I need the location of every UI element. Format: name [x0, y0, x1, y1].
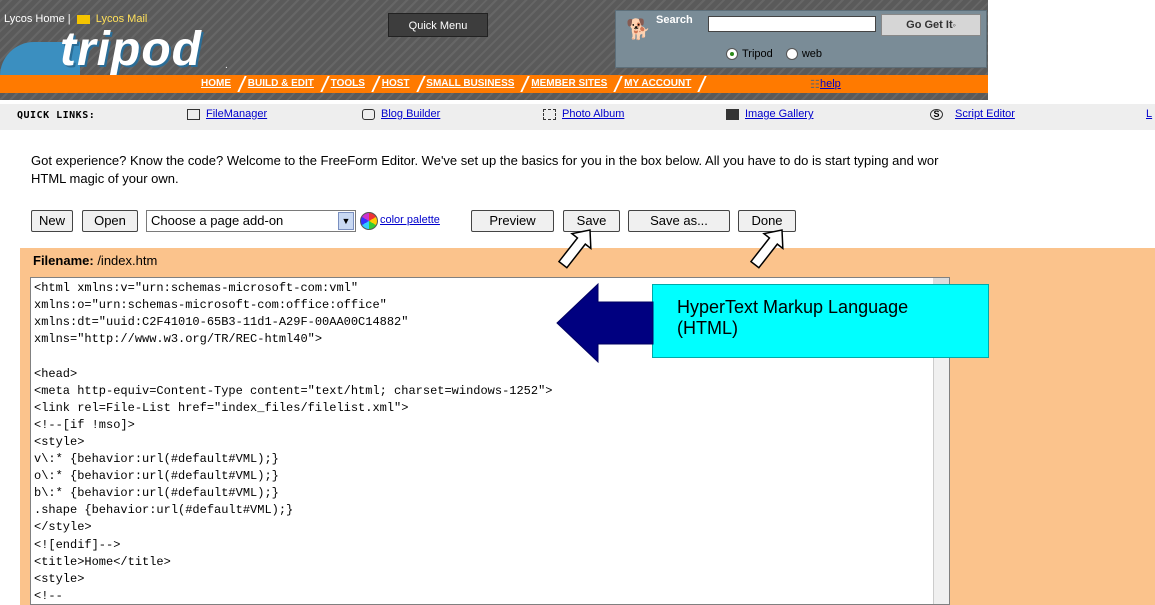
lycos-home-link[interactable]: Lycos Home — [4, 13, 65, 25]
callout-line-2: (HTML) — [677, 318, 738, 338]
code-line: <link rel=File-List href="index_files/fi… — [34, 400, 409, 415]
code-line: <!--[if !mso]> — [34, 417, 135, 432]
nav-build-edit[interactable]: BUILD & EDIT — [242, 78, 320, 89]
photo-icon — [543, 108, 556, 120]
nav-home[interactable]: HOME — [195, 78, 237, 89]
code-line: v\:* {behavior:url(#default#VML);} — [34, 452, 279, 466]
page-addon-select[interactable]: Choose a page add-on ▼ — [146, 210, 356, 232]
quick-menu-button[interactable]: Quick Menu — [388, 13, 488, 37]
dog-icon: 🐕 — [626, 19, 651, 41]
code-line: xmlns:o="urn:schemas-microsoft-com:offic… — [34, 298, 387, 313]
quick-link-photo-album[interactable]: Photo Album — [543, 108, 624, 120]
page-addon-value: Choose a page add-on — [151, 213, 284, 228]
chevron-down-icon[interactable]: ▼ — [338, 212, 354, 230]
new-button[interactable]: New — [31, 210, 73, 232]
filename: Filename: /index.htm — [33, 253, 157, 268]
quick-link-label: FileManager — [206, 108, 268, 120]
nav-host[interactable]: HOST — [376, 78, 416, 89]
quick-link-label: Script Editor — [955, 108, 1015, 120]
code-line: <!-- — [34, 588, 63, 603]
nav-member-sites[interactable]: MEMBER SITES — [525, 78, 613, 89]
intro-text: Got experience? Know the code? Welcome t… — [31, 152, 1155, 188]
help-link[interactable]: help — [820, 78, 841, 90]
go-get-it-button[interactable]: Go Get It◦ — [881, 14, 981, 36]
code-line: <style> — [34, 571, 85, 586]
search-panel: 🐕 Search Go Get It◦ Tripod web — [615, 10, 987, 68]
script-icon: S — [930, 108, 943, 120]
go-get-it-label: Go Get It — [906, 19, 953, 31]
quick-links-bar: QUICK LINKS: FileManager Blog Builder Ph… — [0, 104, 1155, 130]
small-circle-icon: ◦ — [952, 20, 956, 30]
quick-link-label: Photo Album — [562, 108, 625, 120]
quick-link-label: Image Gallery — [745, 108, 814, 120]
search-input[interactable] — [708, 16, 876, 32]
code-line: xmlns="http://www.w3.org/TR/REC-html40"> — [34, 332, 323, 347]
quick-link-blog-builder[interactable]: Blog Builder — [362, 108, 440, 120]
logo-dot: . — [225, 60, 228, 71]
nav-my-account[interactable]: MY ACCOUNT — [618, 78, 697, 89]
nav-tools[interactable]: TOOLS — [325, 78, 371, 89]
quick-link-cut-off[interactable]: L — [1146, 108, 1152, 120]
help-icon: ☷ — [810, 79, 820, 91]
quick-link-label: Blog Builder — [381, 108, 441, 120]
tripod-logo[interactable]: tripod . — [0, 23, 250, 76]
intro-line-2: HTML magic of your own. — [31, 171, 179, 186]
code-line: <![endif]--> — [34, 537, 121, 552]
web-radio[interactable] — [785, 48, 798, 61]
code-line: <html xmlns:v="urn:schemas-microsoft-com… — [34, 281, 359, 295]
header: Lycos Home | Lycos Mail Quick Menu tripo… — [0, 0, 1155, 100]
quick-link-script-editor[interactable]: S Script Editor — [930, 108, 1015, 120]
code-line: <head> — [34, 366, 78, 381]
code-line: <title>Home</title> — [34, 554, 171, 569]
color-palette-link[interactable]: color palette — [380, 214, 440, 226]
intro-line-1: Got experience? Know the code? Welcome t… — [31, 153, 939, 168]
header-blank-area — [988, 0, 1155, 100]
gallery-icon — [726, 108, 739, 120]
nav-items: HOME BUILD & EDIT TOOLS HOST SMALL BUSIN… — [195, 78, 699, 89]
quick-link-filemanager[interactable]: FileManager — [187, 108, 267, 120]
done-button[interactable]: Done — [738, 210, 796, 232]
search-label: Search — [656, 14, 693, 26]
filename-label: Filename: — [33, 253, 94, 268]
color-palette-icon[interactable] — [360, 212, 378, 230]
callout-line-1: HyperText Markup Language — [677, 297, 909, 317]
folder-icon — [187, 108, 200, 120]
code-line: xmlns:dt="uuid:C2F41010-65B3-11d1-A29F-0… — [34, 315, 409, 330]
logo-text: tripod — [60, 23, 202, 76]
filename-value: /index.htm — [97, 253, 158, 268]
save-button[interactable]: Save — [563, 210, 620, 232]
code-line: o\:* {behavior:url(#default#VML);} — [34, 469, 279, 484]
nav-small-business[interactable]: SMALL BUSINESS — [420, 78, 520, 89]
blog-icon — [362, 108, 375, 120]
tripod-radio-label: Tripod — [742, 48, 773, 61]
code-line: .shape {behavior:url(#default#VML);} — [34, 503, 294, 518]
quick-link-image-gallery[interactable]: Image Gallery — [726, 108, 813, 120]
code-line: </style> — [34, 520, 92, 535]
open-button[interactable]: Open — [82, 210, 138, 232]
html-callout: HyperText Markup Language (HTML) — [652, 284, 989, 358]
search-scope-options: Tripod web — [726, 48, 832, 61]
code-line: <style> — [34, 434, 85, 449]
save-as-button[interactable]: Save as... — [628, 210, 730, 232]
preview-button[interactable]: Preview — [471, 210, 554, 232]
web-radio-label: web — [801, 48, 823, 61]
quick-links-label: QUICK LINKS: — [17, 110, 96, 121]
code-line: b\:* {behavior:url(#default#VML);} — [34, 486, 279, 501]
code-line: <meta http-equiv=Content-Type content="t… — [34, 383, 553, 398]
tripod-radio[interactable] — [726, 48, 738, 61]
